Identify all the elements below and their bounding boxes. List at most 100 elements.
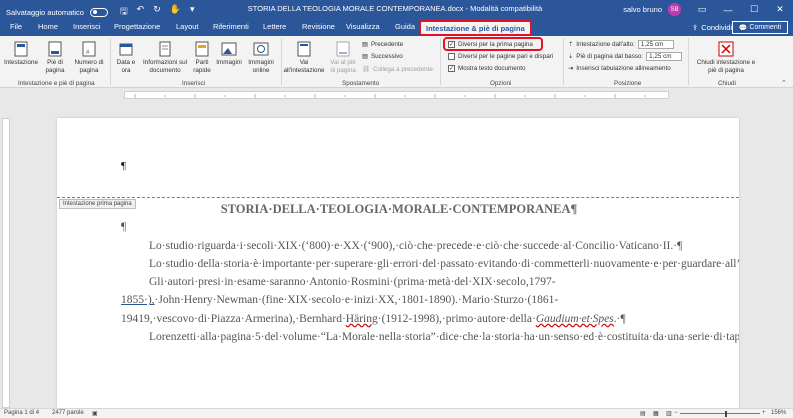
tab-file[interactable]: File	[10, 22, 22, 31]
go-to-footer-button[interactable]: Vai al piè di pagina	[327, 40, 359, 74]
horizontal-ruler[interactable]	[124, 91, 669, 99]
document-info-button[interactable]: Informazioni sul documento	[141, 40, 189, 74]
zoom-slider[interactable]	[680, 413, 760, 414]
undo-icon[interactable]: ↶	[137, 4, 145, 20]
group-separator	[563, 38, 564, 85]
online-picture-icon	[252, 40, 270, 57]
header-icon	[12, 40, 30, 57]
tab-help[interactable]: Guida	[395, 22, 415, 31]
document-title: STORIA DELLA TEOLOGIA MORALE CONTEMPORAN…	[247, 4, 543, 13]
document-info-icon	[156, 40, 174, 57]
header-button[interactable]: Intestazione	[4, 40, 38, 67]
redo-icon[interactable]: ↻	[153, 4, 161, 20]
collapse-ribbon-icon[interactable]: ⌃	[781, 79, 787, 87]
zoom-slider-knob[interactable]	[725, 411, 727, 417]
tab-design[interactable]: Progettazione	[114, 22, 160, 31]
footer-button[interactable]: Piè di pagina	[40, 40, 70, 74]
link-icon: ⛓	[362, 66, 370, 73]
checkbox-empty	[448, 53, 455, 60]
close-header-footer-button[interactable]: Chiudi intestazione e piè di pagina	[694, 40, 758, 74]
check-icon: ✓	[448, 41, 455, 48]
footer-position-icon: ⇣	[568, 53, 574, 60]
group-label-options: Opzioni	[490, 80, 512, 87]
maximize-icon[interactable]: ☐	[741, 4, 767, 15]
go-to-header-icon	[295, 40, 313, 57]
different-odd-even-checkbox[interactable]: Diversi per le pagine pari e dispari	[448, 53, 553, 60]
read-mode-icon[interactable]: ▤	[640, 410, 646, 417]
link-to-previous-button[interactable]: ⛓ Collega a precedente	[362, 65, 433, 74]
date-time-button[interactable]: Data e ora	[113, 40, 139, 74]
go-to-header-button[interactable]: Vai all'intestazione	[283, 40, 325, 74]
tab-review[interactable]: Revisione	[302, 22, 335, 31]
footer-from-bottom-input[interactable]: 1,25 cm	[646, 52, 683, 61]
zoom-in-icon[interactable]: +	[762, 410, 766, 416]
web-layout-icon[interactable]: ▥	[666, 410, 672, 417]
print-layout-icon[interactable]: ▦	[653, 410, 659, 417]
close-header-footer-icon	[717, 40, 735, 57]
paragraph-4: Lorenzetti·alla·pagina·5·del·volume·“La·…	[149, 331, 739, 344]
online-pictures-button[interactable]: Immagini online	[246, 40, 276, 74]
quick-parts-icon	[193, 40, 211, 57]
group-separator	[440, 38, 441, 85]
calendar-icon	[117, 40, 135, 57]
next-button[interactable]: ▤ Successivo	[362, 53, 403, 60]
word-count[interactable]: 2477 parole	[52, 410, 84, 416]
ribbon: Intestazione Piè di pagina # Numero di p…	[0, 36, 793, 88]
document-body[interactable]: STORIA·DELLA·TEOLOGIA·MORALE·CONTEMPORAN…	[121, 200, 739, 346]
proofing-icon[interactable]: ▣	[92, 410, 98, 417]
empty-paragraph: ¶	[121, 221, 127, 234]
ruler-area	[0, 88, 793, 103]
tab-layout[interactable]: Layout	[176, 22, 199, 31]
show-document-text-checkbox[interactable]: ✓ Mostra testo documento	[448, 65, 526, 72]
tab-view[interactable]: Visualizza	[346, 22, 380, 31]
tab-header-footer[interactable]: Intestazione & piè di pagina	[419, 20, 532, 36]
page-number-button[interactable]: # Numero di pagina	[72, 40, 106, 74]
document-page[interactable]: ¶ Intestazione prima pagina STORIA·DELLA…	[57, 118, 739, 408]
avatar[interactable]: SB	[668, 3, 681, 16]
tab-references[interactable]: Riferimenti	[213, 22, 249, 31]
save-icon[interactable]: 🖫	[120, 4, 128, 20]
close-icon[interactable]: ✕	[767, 4, 793, 15]
user-name[interactable]: salvo bruno	[623, 5, 662, 14]
quick-access-toolbar: Salvataggio automatico 🖫 ↶ ↻ ✋ ▾	[6, 4, 194, 20]
zoom-level[interactable]: 156%	[771, 410, 786, 416]
tab-mailings[interactable]: Lettere	[263, 22, 286, 31]
vertical-ruler[interactable]	[2, 118, 10, 408]
previous-button[interactable]: ▤ Precedente	[362, 41, 403, 48]
check-icon: ✓	[448, 65, 455, 72]
insert-alignment-tab-button[interactable]: ⇥ Inserisci tabulazione allineamento	[568, 65, 671, 72]
comments-button[interactable]: 💬 Commenti	[732, 21, 788, 34]
group-label-header-footer: Intestazione e piè di pagina	[18, 80, 95, 87]
zoom-out-icon[interactable]: −	[674, 410, 678, 416]
previous-icon: ▤	[362, 41, 368, 48]
different-first-page-checkbox[interactable]: ✓ Diversi per la prima pagina	[448, 41, 533, 48]
go-to-footer-icon	[334, 40, 352, 57]
group-label-close: Chiudi	[718, 80, 736, 87]
tab-insert[interactable]: Inserisci	[73, 22, 101, 31]
footer-from-bottom: ⇣ Piè di pagina dal basso: 1,25 cm	[568, 52, 683, 61]
header-from-top-input[interactable]: 1,25 cm	[637, 40, 674, 49]
ribbon-display-icon[interactable]: ▭	[689, 4, 715, 15]
page-count[interactable]: Pagina 1 di 4	[4, 410, 39, 416]
header-paragraph-mark: ¶	[121, 160, 126, 172]
minimize-icon[interactable]: —	[715, 5, 741, 15]
header-position-icon: ⇡	[568, 41, 574, 48]
underlined-dates: 1855·),	[121, 294, 155, 307]
customize-toolbar-icon[interactable]: ▾	[190, 4, 195, 20]
share-button[interactable]: ⇪ Condividi	[692, 21, 732, 34]
next-icon: ▤	[362, 53, 368, 60]
tab-home[interactable]: Home	[38, 22, 58, 31]
title-bar: Salvataggio automatico 🖫 ↶ ↻ ✋ ▾ STORIA …	[0, 0, 793, 19]
status-bar: Pagina 1 di 4 2477 parole ▣ ▤ ▦ ▥ − + 15…	[0, 408, 793, 418]
autosave-toggle[interactable]	[89, 7, 108, 17]
spelling-error: Häring	[345, 312, 378, 325]
quick-parts-button[interactable]: Parti rapide	[190, 40, 214, 74]
group-label-insert: Inserisci	[182, 80, 206, 87]
footer-icon	[46, 40, 64, 57]
group-separator	[688, 38, 689, 85]
group-label-position: Posizione	[614, 80, 642, 87]
italic-title: Gaudium·et·Spes	[535, 312, 614, 325]
pictures-button[interactable]: Immagini	[214, 40, 244, 67]
group-separator	[281, 38, 282, 85]
touch-mode-icon[interactable]: ✋	[170, 4, 181, 20]
